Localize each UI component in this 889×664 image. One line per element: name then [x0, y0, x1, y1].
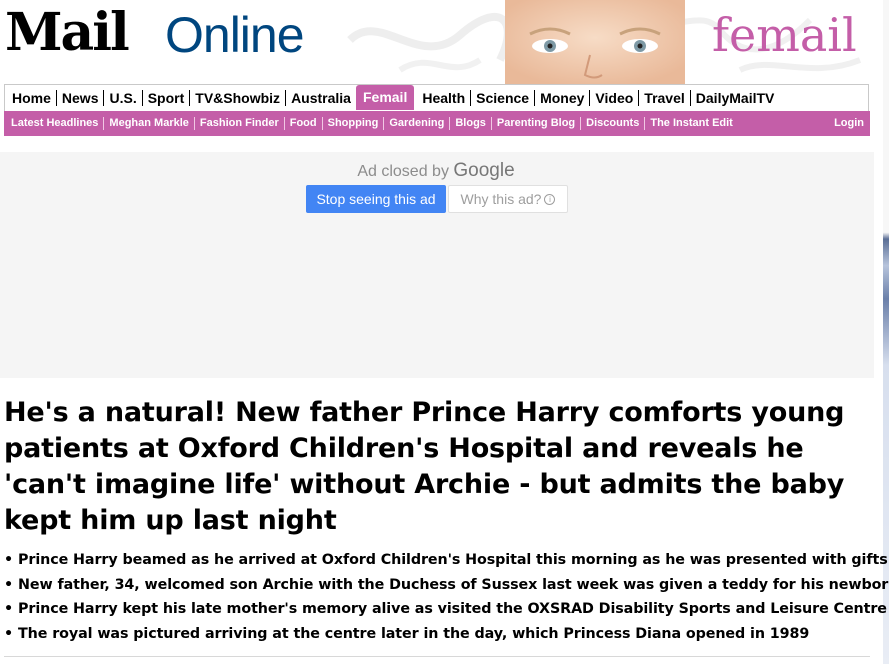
online-logo[interactable]: Online: [165, 6, 305, 64]
subnav-item-shopping[interactable]: Shopping: [323, 117, 385, 130]
nav-item-news[interactable]: News: [57, 90, 105, 106]
login-link[interactable]: Login: [834, 117, 864, 130]
google-wordmark: Google: [453, 160, 515, 181]
model-face-image: [505, 0, 685, 84]
summary-bullet: New father, 34, welcomed son Archie with…: [4, 573, 889, 598]
nav-item-sport[interactable]: Sport: [143, 90, 191, 106]
why-this-ad-button[interactable]: Why this ad? i: [448, 185, 568, 213]
stop-seeing-ad-button[interactable]: Stop seeing this ad: [306, 185, 446, 213]
info-icon: i: [544, 193, 556, 205]
nav-item-us[interactable]: U.S.: [104, 90, 143, 106]
primary-nav: Home News U.S. Sport TV&Showbiz Australi…: [4, 84, 869, 111]
divider: [4, 656, 870, 657]
subnav-item-food[interactable]: Food: [285, 117, 323, 130]
article-headline: He's a natural! New father Prince Harry …: [4, 397, 845, 536]
nav-item-health[interactable]: Health: [417, 90, 472, 106]
nav-item-travel[interactable]: Travel: [639, 90, 691, 106]
subnav-item-blogs[interactable]: Blogs: [450, 117, 492, 130]
ad-container: Ad closed by Google Stop seeing this ad …: [0, 152, 874, 378]
nav-item-australia[interactable]: Australia: [286, 90, 356, 106]
nav-item-money[interactable]: Money: [535, 90, 591, 106]
femail-logo[interactable]: femail: [712, 6, 857, 64]
nav-item-video[interactable]: Video: [590, 90, 640, 106]
femail-subnav: Latest Headlines Meghan Markle Fashion F…: [4, 111, 870, 136]
subnav-item-fashion-finder[interactable]: Fashion Finder: [195, 117, 285, 130]
summary-bullet: The royal was pictured arriving at the c…: [4, 622, 874, 647]
nav-item-home[interactable]: Home: [7, 90, 57, 106]
ad-closed-message: Ad closed by Google: [0, 160, 872, 182]
article-summary-list: Prince Harry beamed as he arrived at Oxf…: [4, 548, 889, 647]
summary-bullet: Prince Harry beamed as he arrived at Oxf…: [4, 548, 888, 573]
subnav-item-meghan-markle[interactable]: Meghan Markle: [104, 117, 195, 130]
subnav-item-parenting-blog[interactable]: Parenting Blog: [492, 117, 582, 130]
mail-logo[interactable]: Mail: [5, 3, 130, 63]
nav-item-dailymailtv[interactable]: DailyMailTV: [691, 90, 780, 106]
subnav-item-discounts[interactable]: Discounts: [581, 117, 646, 130]
subnav-item-gardening[interactable]: Gardening: [384, 117, 451, 130]
nav-item-femail[interactable]: Femail: [355, 84, 415, 110]
summary-bullet: Prince Harry kept his late mother's memo…: [4, 597, 887, 622]
nav-item-tvshowbiz[interactable]: TV&Showbiz: [190, 90, 287, 106]
masthead: Mail Online femail: [0, 0, 889, 84]
nav-item-science[interactable]: Science: [471, 90, 536, 106]
subnav-item-latest-headlines[interactable]: Latest Headlines: [6, 117, 105, 130]
why-this-ad-label: Why this ad?: [460, 191, 542, 207]
ad-closed-text: Ad closed by: [357, 163, 449, 180]
subnav-item-instant-edit[interactable]: The Instant Edit: [645, 117, 738, 130]
